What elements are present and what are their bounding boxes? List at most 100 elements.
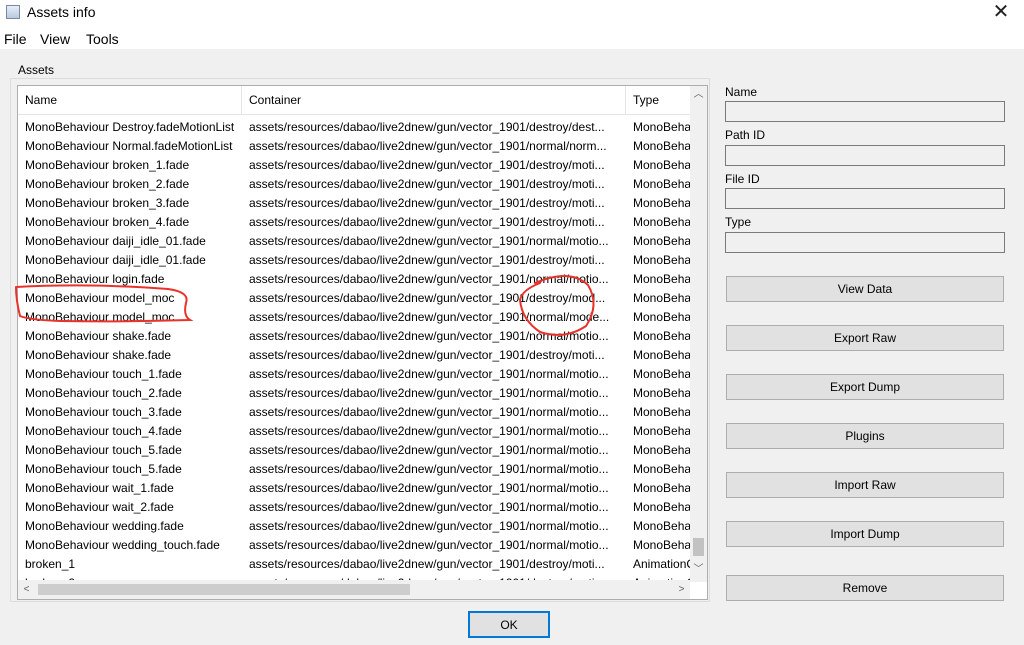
chevron-down-icon[interactable]: ﹀ (690, 561, 707, 578)
table-row[interactable]: broken_1 assets/resources/dabao/live2dnew… (18, 555, 690, 574)
cell-name: MonoBehaviour Normal.fadeMotionList (25, 139, 233, 153)
cell-name: MonoBehaviour model_moc (25, 291, 175, 305)
cell-container: assets/resources/dabao/live2dnew/gun/vec… (249, 424, 609, 438)
cell-type: MonoBeha (633, 253, 690, 267)
table-row[interactable]: MonoBehaviour daiji_idle_01.fade assets/r… (18, 251, 690, 270)
table-row[interactable]: MonoBehaviour wedding.fade assets/resourc… (18, 517, 690, 536)
cell-name: MonoBehaviour daiji_idle_01.fade (25, 234, 206, 248)
table-row[interactable]: MonoBehaviour touch_4.fade assets/resourc… (18, 422, 690, 441)
table-row[interactable]: MonoBehaviour shake.fade assets/resources… (18, 346, 690, 365)
table-row[interactable]: MonoBehaviour broken_2.fade assets/resour… (18, 175, 690, 194)
table-row[interactable]: MonoBehaviour daiji_idle_01.fade assets/r… (18, 232, 690, 251)
cell-type: MonoBeha (633, 329, 690, 343)
cell-container: assets/resources/dabao/live2dnew/gun/vec… (249, 481, 609, 495)
cell-container: assets/resources/dabao/live2dnew/gun/vec… (249, 158, 605, 172)
cell-container: assets/resources/dabao/live2dnew/gun/vec… (249, 348, 605, 362)
cell-container: assets/resources/dabao/live2dnew/gun/vec… (249, 462, 609, 476)
vertical-scroll-thumb[interactable] (693, 538, 704, 556)
cell-name: MonoBehaviour wait_2.fade (25, 500, 174, 514)
vertical-scrollbar[interactable]: ︿ ﹀ (690, 86, 707, 582)
menu-view[interactable]: View (40, 31, 70, 47)
table-row[interactable]: MonoBehaviour broken_3.fade assets/resour… (18, 194, 690, 213)
table-row[interactable]: MonoBehaviour model_moc assets/resources/… (18, 308, 690, 327)
cell-name: MonoBehaviour broken_1.fade (25, 158, 190, 172)
cell-name: MonoBehaviour daiji_idle_01.fade (25, 253, 206, 267)
cell-type: MonoBeha (633, 177, 690, 191)
cell-container: assets/resources/dabao/live2dnew/gun/vec… (249, 234, 609, 248)
table-row[interactable]: MonoBehaviour touch_5.fade assets/resourc… (18, 460, 690, 479)
horizontal-scrollbar[interactable]: < > (18, 580, 690, 599)
table-row[interactable]: MonoBehaviour Normal.fadeMotionList asset… (18, 137, 690, 156)
cell-type: MonoBeha (633, 196, 690, 210)
cell-container: assets/resources/dabao/live2dnew/gun/vec… (249, 538, 609, 552)
cell-name: MonoBehaviour wedding_touch.fade (25, 538, 220, 552)
cell-container: assets/resources/dabao/live2dnew/gun/vec… (249, 519, 609, 533)
cell-name: MonoBehaviour shake.fade (25, 348, 172, 362)
ok-button[interactable]: OK (468, 611, 550, 638)
cell-name: MonoBehaviour login.fade (25, 272, 165, 286)
cell-container: assets/resources/dabao/live2dnew/gun/vec… (249, 253, 605, 267)
table-body: MonoBehaviour Destroy.fadeMotionList asse… (18, 115, 690, 580)
table-row[interactable]: MonoBehaviour touch_1.fade assets/resourc… (18, 365, 690, 384)
column-header-name[interactable]: Name (18, 86, 242, 115)
column-header-container[interactable]: Container (242, 86, 626, 115)
cell-container: assets/resources/dabao/live2dnew/gun/vec… (249, 367, 609, 381)
import-raw-button[interactable]: Import Raw (726, 472, 1004, 498)
chevron-left-icon[interactable]: < (18, 580, 35, 599)
cell-name: MonoBehaviour touch_5.fade (25, 443, 182, 457)
table-row[interactable]: MonoBehaviour wait_1.fade assets/resource… (18, 479, 690, 498)
plugins-button[interactable]: Plugins (726, 423, 1004, 449)
cell-type: MonoBeha (633, 500, 690, 514)
table-row[interactable]: MonoBehaviour broken_1.fade assets/resour… (18, 156, 690, 175)
path-id-field[interactable] (725, 145, 1005, 166)
cell-name: MonoBehaviour broken_4.fade (25, 215, 190, 229)
table-row[interactable]: MonoBehaviour touch_3.fade assets/resourc… (18, 403, 690, 422)
name-field[interactable] (725, 101, 1005, 122)
close-button[interactable]: ✕ (978, 0, 1024, 26)
cell-name: MonoBehaviour touch_5.fade (25, 462, 182, 476)
table-row[interactable]: MonoBehaviour wedding_touch.fade assets/r… (18, 536, 690, 555)
file-id-field[interactable] (725, 188, 1005, 209)
menu-tools[interactable]: Tools (86, 31, 119, 47)
column-header-type[interactable]: Type (626, 86, 690, 115)
table-row[interactable]: MonoBehaviour broken_4.fade assets/resour… (18, 213, 690, 232)
cell-name: MonoBehaviour touch_1.fade (25, 367, 182, 381)
cell-type: MonoBeha (633, 519, 690, 533)
import-dump-button[interactable]: Import Dump (726, 521, 1004, 547)
chevron-right-icon[interactable]: > (673, 580, 690, 599)
cell-type: MonoBeha (633, 405, 690, 419)
table-row[interactable]: MonoBehaviour touch_5.fade assets/resourc… (18, 441, 690, 460)
cell-type: MonoBeha (633, 291, 690, 305)
assets-group-label: Assets (18, 63, 55, 77)
remove-button[interactable]: Remove (726, 575, 1004, 601)
cell-name: MonoBehaviour broken_3.fade (25, 196, 190, 210)
cell-name: MonoBehaviour wait_1.fade (25, 481, 174, 495)
export-dump-button[interactable]: Export Dump (726, 374, 1004, 400)
cell-container: assets/resources/dabao/live2dnew/gun/vec… (249, 272, 609, 286)
table-row[interactable]: MonoBehaviour Destroy.fadeMotionList asse… (18, 118, 690, 137)
menu-file[interactable]: File (4, 31, 27, 47)
window-title: Assets info (27, 4, 96, 20)
cell-type: MonoBeha (633, 367, 690, 381)
horizontal-scroll-thumb[interactable] (38, 584, 410, 595)
table-row[interactable]: MonoBehaviour login.fade assets/resources… (18, 270, 690, 289)
export-raw-button[interactable]: Export Raw (726, 325, 1004, 351)
assets-table[interactable]: Name Container Type MonoBehaviour Destro… (17, 85, 708, 600)
chevron-up-icon[interactable]: ︿ (690, 86, 707, 103)
close-icon: ✕ (992, 1, 1010, 23)
table-row[interactable]: MonoBehaviour model_moc assets/resources/… (18, 289, 690, 308)
type-field[interactable] (725, 232, 1005, 253)
table-header: Name Container Type (18, 86, 707, 115)
cell-container: assets/resources/dabao/live2dnew/gun/vec… (249, 443, 609, 457)
cell-container: assets/resources/dabao/live2dnew/gun/vec… (249, 500, 609, 514)
view-data-button[interactable]: View Data (726, 276, 1004, 302)
cell-type: MonoBeha (633, 538, 690, 552)
table-row[interactable]: MonoBehaviour touch_2.fade assets/resourc… (18, 384, 690, 403)
table-row[interactable]: MonoBehaviour wait_2.fade assets/resource… (18, 498, 690, 517)
cell-container: assets/resources/dabao/live2dnew/gun/vec… (249, 386, 609, 400)
cell-container: assets/resources/dabao/live2dnew/gun/vec… (249, 329, 609, 343)
cell-type: MonoBeha (633, 462, 690, 476)
cell-container: assets/resources/dabao/live2dnew/gun/vec… (249, 557, 605, 571)
cell-type: MonoBeha (633, 481, 690, 495)
table-row[interactable]: MonoBehaviour shake.fade assets/resources… (18, 327, 690, 346)
